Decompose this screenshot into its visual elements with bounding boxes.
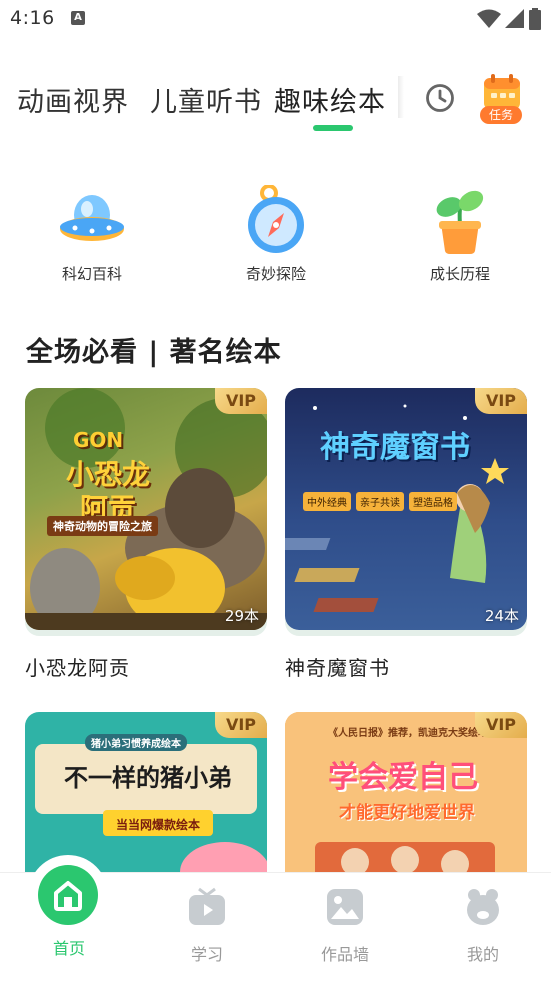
nav-works[interactable]: 作品墙 xyxy=(276,873,414,965)
active-tab-indicator xyxy=(313,125,353,131)
signal-icon xyxy=(505,9,524,28)
book-count: 29本 xyxy=(224,607,259,625)
book-card-magic-window[interactable]: 神奇魔窗书 中外经典 亲子共读 塑造品格 VIP 24本 神奇魔窗书 xyxy=(285,388,527,681)
vip-badge: VIP xyxy=(215,712,267,738)
cover-subtitle: 才能更好地爱世界 xyxy=(339,803,475,823)
cover-title: 学会爱自己 xyxy=(328,760,478,795)
notification-icon: A xyxy=(71,11,85,25)
home-circle xyxy=(38,865,98,925)
compass-icon xyxy=(248,185,304,253)
category-label: 科幻百科 xyxy=(61,265,122,283)
ufo-icon xyxy=(60,195,124,241)
tab-audiobooks[interactable]: 儿童听书 xyxy=(150,80,262,119)
status-bar: 4:16 A xyxy=(0,0,551,38)
nav-label: 作品墙 xyxy=(320,945,369,964)
image-icon xyxy=(327,889,363,925)
cover-tag: 亲子共读 xyxy=(356,492,404,511)
book-title: 小恐龙阿贡 xyxy=(25,656,130,680)
book-count: 24本 xyxy=(484,607,519,625)
status-time: 4:16 xyxy=(10,7,55,29)
category-row: 科幻百科 奇妙探险 成长历程 xyxy=(0,185,551,295)
home-icon xyxy=(54,881,82,911)
cover-title: 神奇魔窗书 xyxy=(320,430,470,465)
section-title: 全场必看 | 著名绘本 xyxy=(26,337,282,368)
tv-icon xyxy=(189,887,225,925)
battery-icon xyxy=(529,8,541,30)
vip-badge: VIP xyxy=(475,712,527,738)
cover-tag: 中外经典 xyxy=(303,492,351,511)
category-scifi[interactable]: 科幻百科 xyxy=(32,185,152,284)
cover-top-text: 猪小弟习惯养成绘本 xyxy=(85,734,187,751)
task-label: 任务 xyxy=(480,106,522,124)
sprout-icon xyxy=(436,190,484,254)
nav-label: 我的 xyxy=(466,945,499,964)
tab-animation[interactable]: 动画视界 xyxy=(17,80,129,119)
nav-study[interactable]: 学习 xyxy=(138,873,276,965)
nav-profile[interactable]: 我的 xyxy=(414,873,551,965)
cover-brand: GON xyxy=(73,428,124,452)
cover-title: 不一样的猪小弟 xyxy=(64,764,232,792)
book-title: 神奇魔窗书 xyxy=(285,656,390,680)
cover-tag: 塑造品格 xyxy=(409,492,457,511)
nav-home[interactable]: 首页 xyxy=(0,855,138,959)
category-adventure[interactable]: 奇妙探险 xyxy=(216,185,336,284)
wifi-icon xyxy=(477,9,501,28)
cover-tags: 中外经典 亲子共读 塑造品格 xyxy=(303,492,457,511)
category-label: 奇妙探险 xyxy=(245,265,306,283)
bottom-navigation: 首页 学习 作品墙 我的 xyxy=(0,855,551,982)
task-button[interactable]: 任务 xyxy=(476,74,528,126)
bear-face-icon xyxy=(467,889,499,925)
nav-label: 首页 xyxy=(52,939,85,958)
status-icons xyxy=(477,8,541,30)
book-cover: 神奇魔窗书 中外经典 亲子共读 塑造品格 VIP 24本 xyxy=(285,388,527,630)
category-growth[interactable]: 成长历程 xyxy=(400,185,520,284)
cover-subtitle: 当当网爆款绘本 xyxy=(115,818,200,832)
nav-label: 学习 xyxy=(190,945,223,964)
tab-picture-books[interactable]: 趣味绘本 xyxy=(274,80,386,119)
tab-scroll-fade xyxy=(398,76,404,118)
vip-badge: VIP xyxy=(215,388,267,414)
cover-subtitle: 神奇动物的冒险之旅 xyxy=(47,516,158,536)
top-tabs: 动画视界 儿童听书 趣味绘本 任务 xyxy=(0,70,551,140)
book-card-dinosaur[interactable]: GON 小恐龙阿贡 神奇动物的冒险之旅 VIP 29本 小恐龙阿贡 xyxy=(25,388,267,681)
category-label: 成长历程 xyxy=(429,265,490,283)
vip-badge: VIP xyxy=(475,388,527,414)
book-cover: GON 小恐龙阿贡 神奇动物的冒险之旅 VIP 29本 xyxy=(25,388,267,630)
clock-icon[interactable] xyxy=(424,82,456,114)
